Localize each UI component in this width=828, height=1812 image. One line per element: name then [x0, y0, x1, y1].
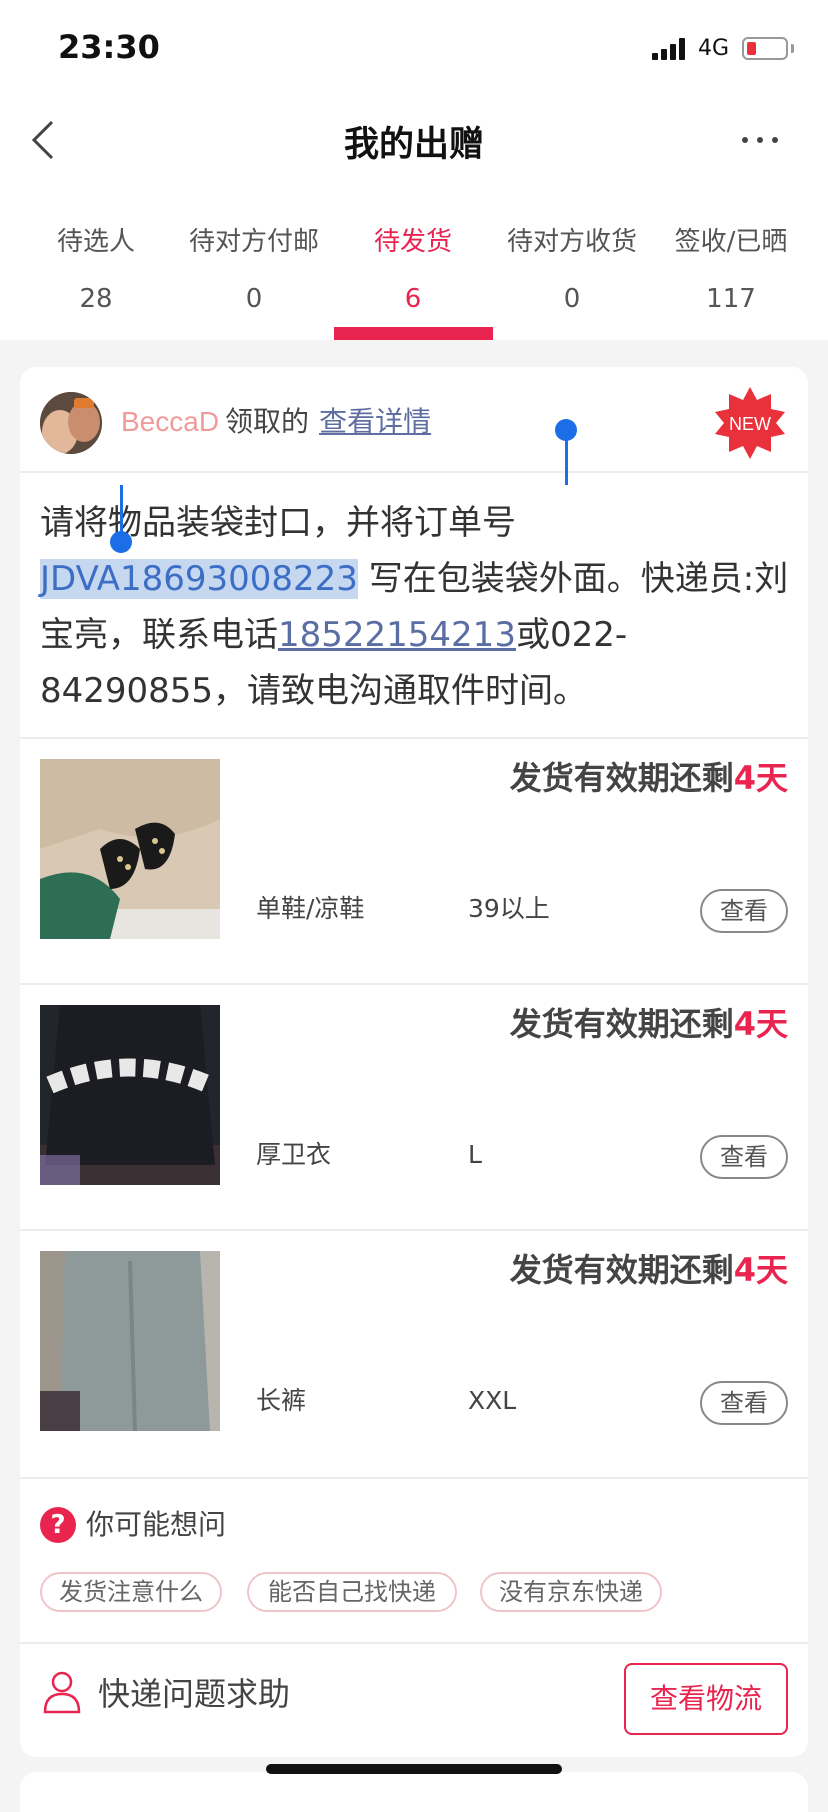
item-photo-hoodie — [40, 1005, 220, 1185]
shipping-notice: 请将物品装袋封口，并将订单号 JDVA18693008223 写在包装袋外面。快… — [40, 495, 790, 719]
new-badge-text: NEW — [729, 414, 771, 434]
signal-icon — [652, 38, 688, 60]
faq-chip[interactable]: 发货注意什么 — [40, 1572, 222, 1612]
selection-end-handle[interactable] — [110, 531, 132, 553]
tab-label: 待发货 — [373, 227, 452, 257]
home-indicator[interactable] — [266, 1764, 562, 1774]
header-area: 23:30 4G 我的出赠 待选人 28 待对方付邮 0 待发货 6 待对方收货… — [0, 0, 828, 340]
more-icon[interactable] — [742, 128, 778, 152]
receiver-username[interactable]: BeccaD — [121, 406, 219, 437]
list-item[interactable]: 发货有效期还剩4天 单鞋/凉鞋 39以上 查看 — [20, 739, 808, 985]
view-logistics-button[interactable]: 查看物流 — [624, 1663, 788, 1735]
view-item-button[interactable]: 查看 — [700, 889, 788, 933]
item-photo-shoes — [40, 759, 220, 939]
phone-link[interactable]: 18522154213 — [278, 615, 516, 655]
deadline-text: 发货有效期还剩 — [509, 759, 734, 797]
battery-icon — [742, 37, 788, 60]
battery-tip — [791, 44, 794, 53]
deadline-text: 发货有效期还剩 — [509, 1251, 734, 1289]
divider — [20, 471, 808, 473]
ship-deadline: 发货有效期还剩4天 — [510, 1003, 788, 1045]
page-title: 我的出赠 — [343, 125, 484, 165]
question-icon: ? — [40, 1507, 76, 1543]
tab-pending-ship[interactable]: 待发货 6 — [333, 222, 493, 340]
deadline-days: 4天 — [733, 1005, 788, 1043]
tab-count: 117 — [706, 284, 756, 314]
next-card — [20, 1772, 808, 1812]
list-item[interactable]: 发货有效期还剩4天 厚卫衣 L 查看 — [20, 985, 808, 1231]
tab-label: 待选人 — [56, 227, 135, 257]
tab-label: 签收/已晒 — [674, 227, 788, 257]
item-size: 39以上 — [468, 894, 550, 923]
item-category: 单鞋/凉鞋 — [256, 894, 365, 923]
item-photo-pants — [40, 1251, 220, 1431]
order-number-selected[interactable]: JDVA18693008223 — [40, 559, 358, 599]
ship-deadline: 发货有效期还剩4天 — [510, 1249, 788, 1291]
receiver-line: BeccaD 领取的 查看详情 — [121, 402, 431, 442]
receiver-action: 领取的 — [225, 405, 310, 438]
order-card: BeccaD 领取的 查看详情 NEW 请将物品装袋封口，并将订单号 JDVA186… — [20, 367, 808, 1757]
courier-help-link[interactable]: 快递问题求助 — [98, 1672, 290, 1716]
tab-label: 待对方付邮 — [188, 227, 319, 257]
tab-count: 6 — [404, 284, 422, 314]
tab-pending-postage[interactable]: 待对方付邮 0 — [174, 222, 334, 340]
list-item[interactable]: 发货有效期还剩4天 长裤 XXL 查看 — [20, 1231, 808, 1477]
avatar[interactable] — [40, 392, 102, 454]
faq-chip[interactable]: 能否自己找快递 — [247, 1572, 457, 1612]
divider — [20, 1477, 808, 1479]
view-item-button[interactable]: 查看 — [700, 1135, 788, 1179]
view-item-button[interactable]: 查看 — [700, 1381, 788, 1425]
faq-title: 你可能想问 — [86, 1508, 227, 1541]
selection-end-caret — [120, 485, 123, 537]
faq-chip[interactable]: 没有京东快递 — [480, 1572, 662, 1612]
active-tab-indicator — [334, 327, 493, 340]
tab-count: 28 — [79, 284, 113, 314]
view-detail-link[interactable]: 查看详情 — [319, 405, 431, 438]
tab-received-shared[interactable]: 签收/已晒 117 — [651, 222, 811, 340]
tab-count: 0 — [563, 284, 581, 314]
item-category: 长裤 — [256, 1386, 307, 1415]
deadline-days: 4天 — [733, 1251, 788, 1289]
user-icon — [43, 1671, 81, 1714]
item-size: L — [468, 1140, 482, 1169]
item-category: 厚卫衣 — [256, 1140, 332, 1169]
tab-pending-receive[interactable]: 待对方收货 0 — [492, 222, 652, 340]
tab-count: 0 — [245, 284, 263, 314]
divider — [20, 1642, 808, 1644]
deadline-text: 发货有效期还剩 — [509, 1005, 734, 1043]
network-type: 4G — [698, 36, 730, 61]
new-badge: NEW — [715, 387, 785, 459]
tab-pending-select[interactable]: 待选人 28 — [16, 222, 176, 340]
deadline-days: 4天 — [733, 759, 788, 797]
tab-label: 待对方收货 — [506, 227, 637, 257]
ship-deadline: 发货有效期还剩4天 — [510, 757, 788, 799]
status-time: 23:30 — [58, 28, 160, 66]
selection-start-caret — [565, 433, 568, 485]
item-size: XXL — [468, 1386, 517, 1415]
